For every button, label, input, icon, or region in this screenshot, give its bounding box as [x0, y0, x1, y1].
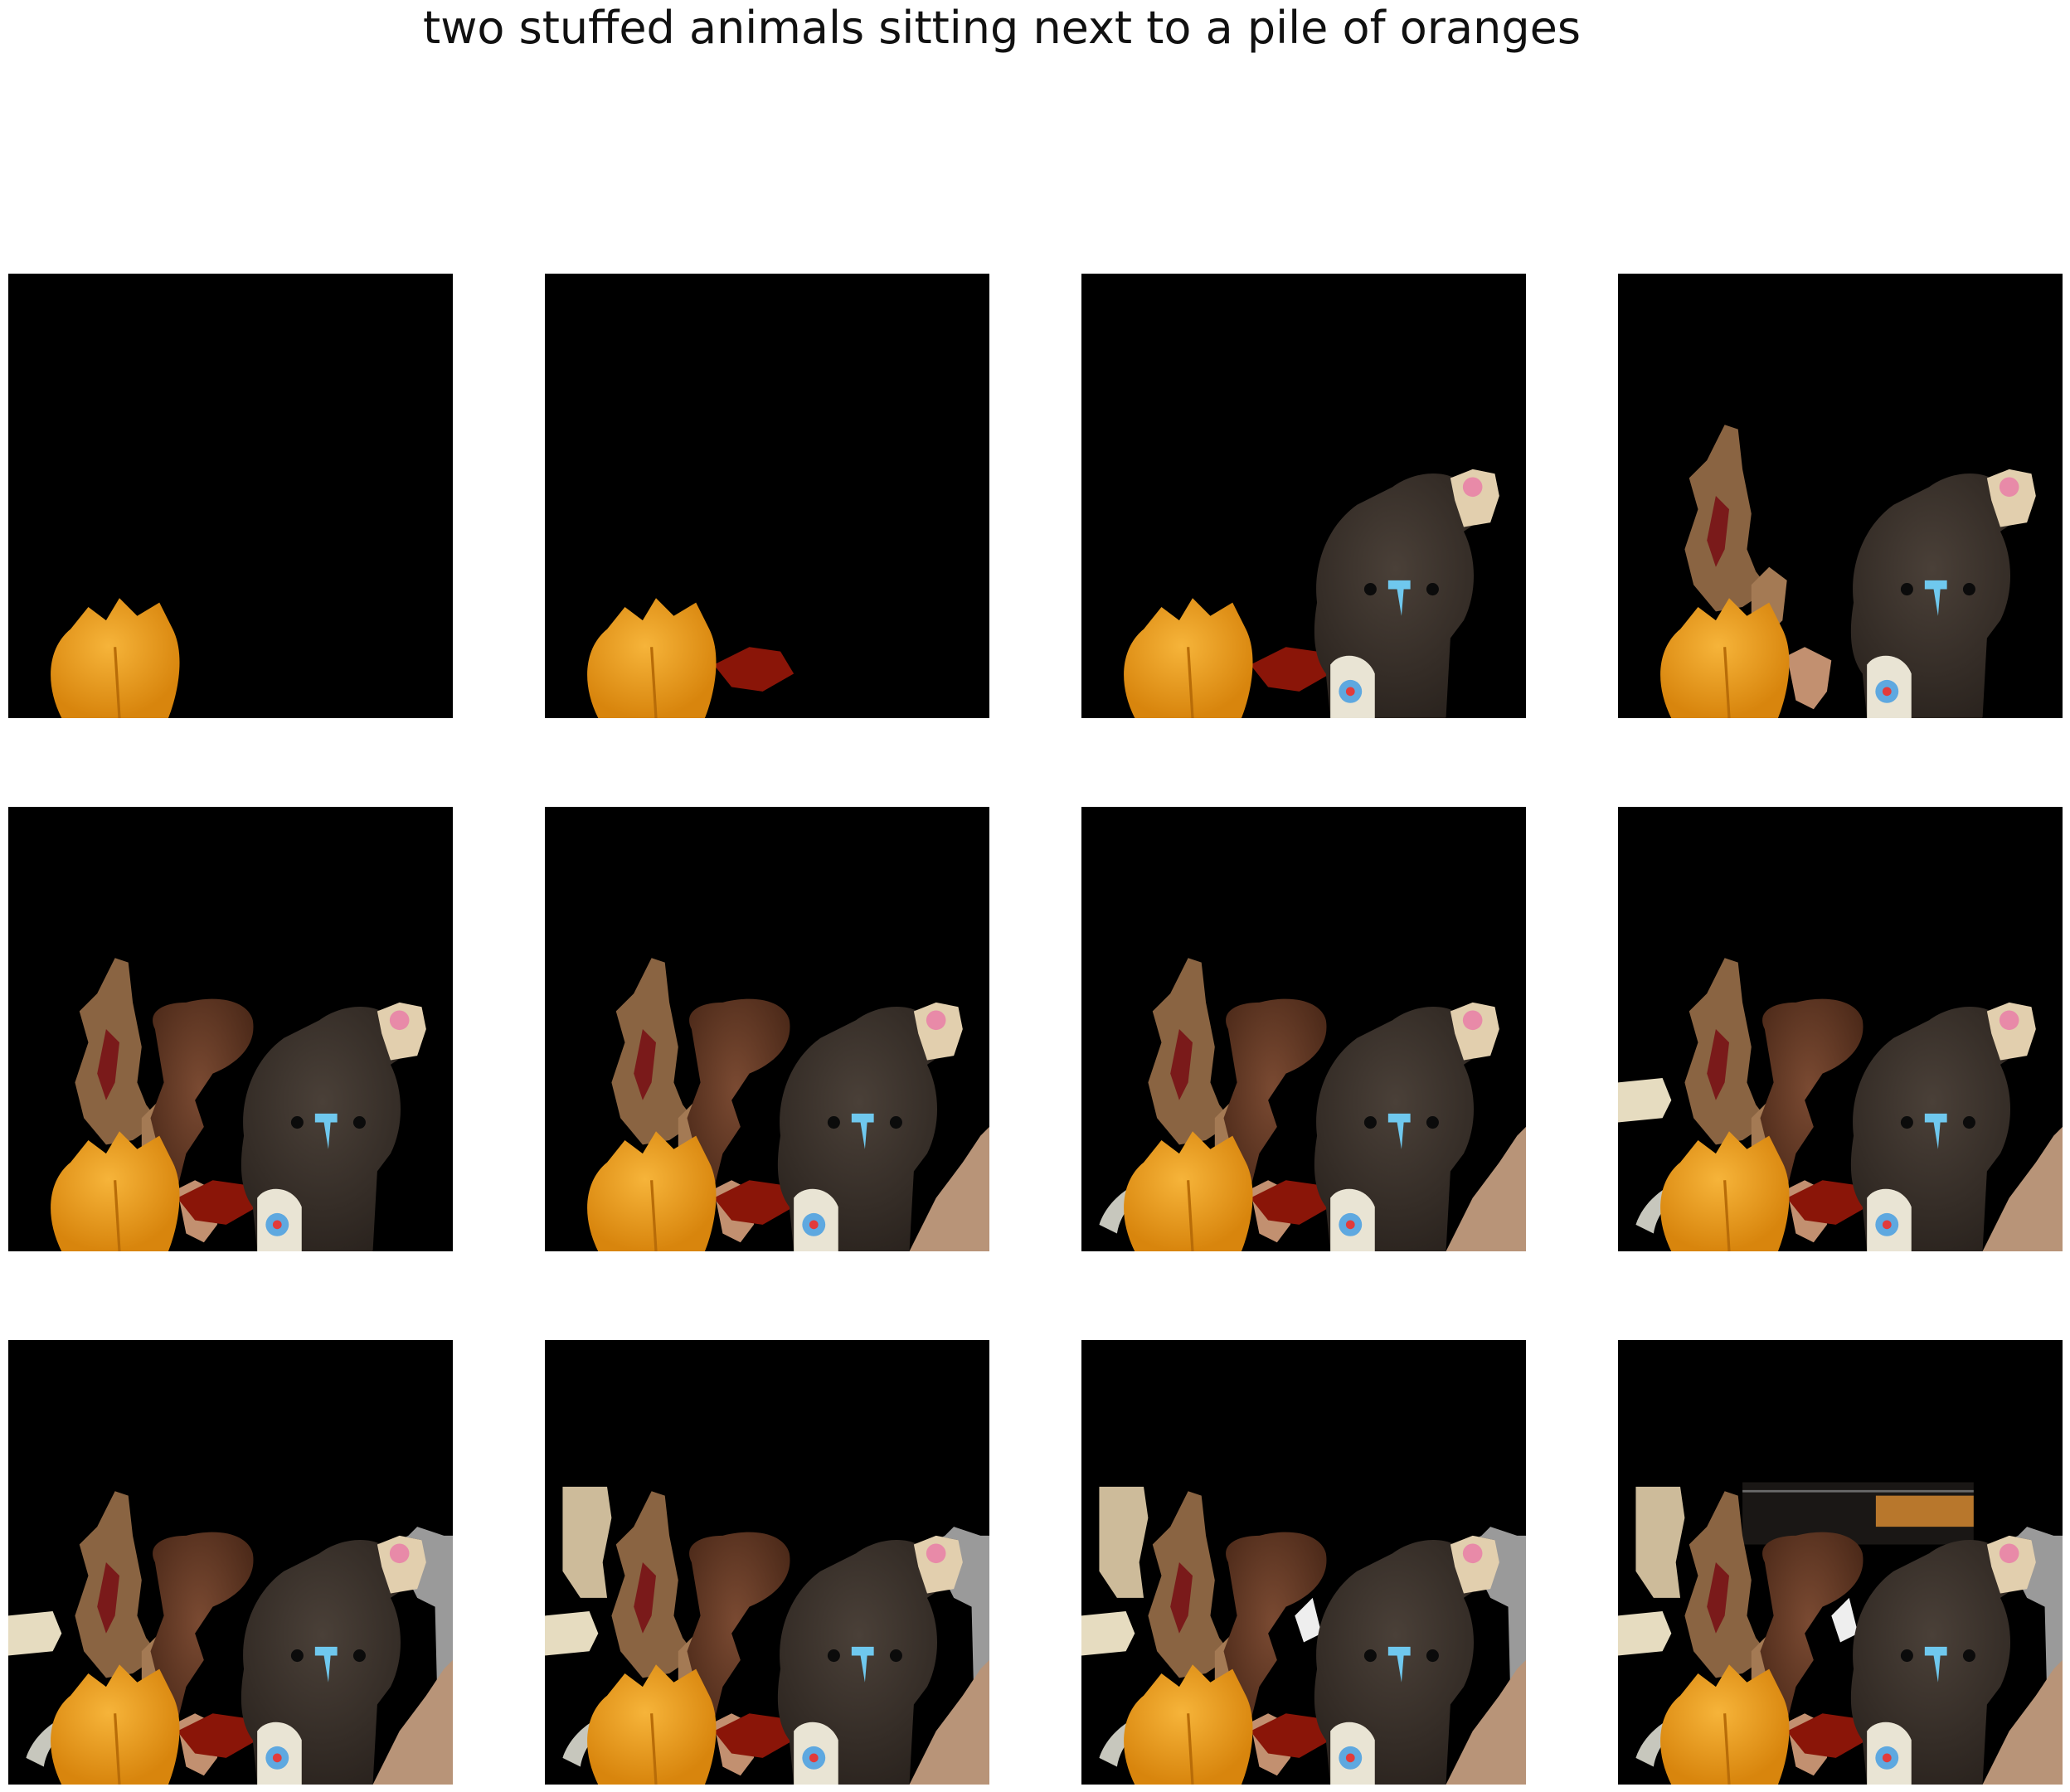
dark-bear-segment [241, 1002, 426, 1251]
panel-step-1 [8, 274, 453, 718]
orange-segment [1124, 1664, 1253, 1785]
dark-bear-segment [1850, 469, 2036, 718]
table-left-segment [1618, 1077, 1672, 1123]
table-left-segment [1081, 1610, 1135, 1656]
panel-step-7 [1081, 807, 1526, 1251]
orange-segment [1660, 1131, 1790, 1251]
bowl-segment [1742, 1482, 1974, 1545]
box-left-segment [562, 1486, 612, 1598]
panel-step-8 [1618, 807, 2063, 1251]
panel-step-2 [545, 274, 989, 718]
panel-step-6 [545, 807, 989, 1251]
orange-segment [51, 1131, 180, 1251]
paper-piece-segment [1786, 647, 1832, 710]
orange-segment [1124, 598, 1253, 718]
red-cloth-segment [713, 647, 794, 692]
table-left-segment [1618, 1610, 1672, 1656]
panel-step-12 [1618, 1340, 2063, 1785]
box-left-segment [1099, 1486, 1149, 1598]
orange-segment [1124, 1131, 1253, 1251]
table-left-segment [545, 1610, 599, 1656]
panel-step-11 [1081, 1340, 1526, 1785]
orange-segment [51, 1664, 180, 1785]
panel-step-3 [1081, 274, 1526, 718]
orange-segment [1660, 1664, 1790, 1785]
box-left-segment [1635, 1486, 1685, 1598]
white-gap-segment [1295, 1597, 1322, 1643]
table-left-segment [8, 1610, 62, 1656]
panel-step-5 [8, 807, 453, 1251]
panel-step-10 [545, 1340, 989, 1785]
orange-segment [51, 598, 180, 718]
orange-segment [1660, 598, 1790, 718]
orange-segment [587, 598, 717, 718]
dark-bear-segment [1314, 469, 1499, 718]
panel-step-9 [8, 1340, 453, 1785]
figure-title: two stuffed animals sitting next to a pi… [423, 2, 1581, 54]
orange-segment [587, 1131, 717, 1251]
orange-segment [587, 1664, 717, 1785]
white-gap-segment [1831, 1597, 1859, 1643]
panel-step-4 [1618, 274, 2063, 718]
